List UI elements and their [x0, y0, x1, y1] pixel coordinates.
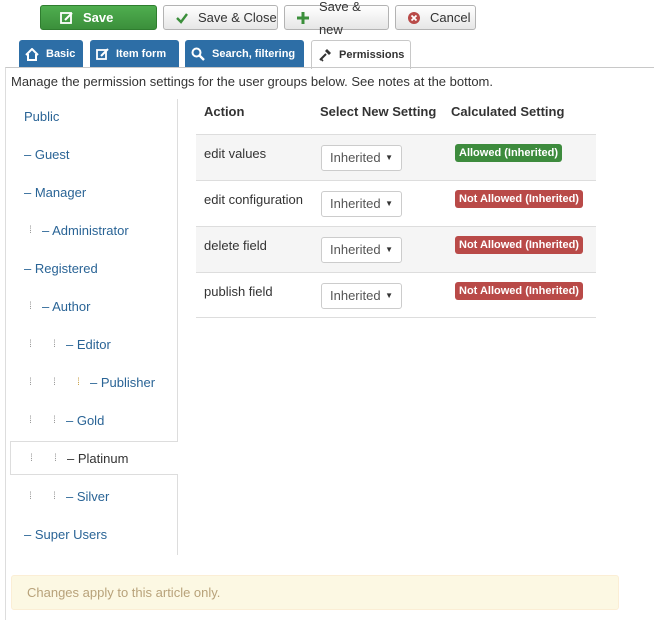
group-item-publisher[interactable]: ⁞ ⁞ ⁞ – Publisher: [10, 365, 178, 399]
group-item-platinum[interactable]: ⁞ ⁞ – Platinum: [10, 441, 178, 475]
group-label: – Registered: [24, 260, 98, 276]
chevron-down-icon: ▼: [385, 153, 393, 162]
calculated-badge: Allowed (Inherited): [455, 144, 562, 162]
setting-value: Inherited: [330, 196, 381, 211]
search-icon: [191, 47, 205, 61]
group-label: – Manager: [24, 184, 87, 200]
chevron-down-icon: ▼: [385, 199, 393, 208]
group-item-administrator[interactable]: ⁞ – Administrator: [10, 213, 178, 247]
setting-select[interactable]: Inherited ▼: [321, 237, 402, 263]
cancel-label: Cancel: [430, 10, 471, 25]
column-header-select: Select New Setting: [320, 104, 437, 119]
tab-label: Search, filtering: [212, 48, 296, 60]
user-group-list: Public – Guest – Manager ⁞ – Administrat…: [10, 99, 178, 555]
save-close-button[interactable]: Save & Close: [163, 5, 278, 30]
plus-icon: [295, 10, 311, 26]
tree-indent: ⁞: [29, 224, 32, 236]
tree-indent: ⁞: [53, 414, 56, 426]
permission-row: edit values Inherited ▼ Allowed (Inherit…: [196, 134, 596, 180]
save-button[interactable]: Save: [40, 5, 157, 30]
tree-indent: ⁞: [29, 338, 32, 350]
permission-row: delete field Inherited ▼ Not Allowed (In…: [196, 226, 596, 272]
tab-label: Permissions: [339, 49, 405, 61]
notice-text: Changes apply to this article only.: [27, 585, 221, 600]
chevron-down-icon: ▼: [385, 245, 393, 254]
edit-icon: [59, 10, 75, 26]
group-label: – Administrator: [42, 222, 129, 238]
save-new-label: Save & new: [318, 0, 361, 37]
tree-indent: ⁞: [54, 452, 57, 464]
toolbar: Save Save & Close Save & new Cancel: [0, 0, 654, 38]
intro-text: Manage the permission settings for the u…: [11, 74, 494, 89]
setting-value: Inherited: [330, 288, 381, 303]
cancel-button[interactable]: Cancel: [395, 5, 476, 30]
tree-indent: ⁞: [53, 490, 56, 502]
tab-search-filtering[interactable]: Search, filtering: [185, 40, 304, 68]
tab-item-form[interactable]: Item form: [90, 40, 179, 68]
group-item-guest[interactable]: – Guest: [10, 137, 178, 171]
tab-label: Item form: [116, 48, 167, 60]
permission-row: publish field Inherited ▼ Not Allowed (I…: [196, 272, 596, 318]
permission-action: publish field: [204, 284, 273, 299]
setting-select[interactable]: Inherited ▼: [321, 145, 402, 171]
group-label: – Author: [42, 298, 91, 314]
permission-action: delete field: [204, 238, 267, 253]
edit-icon: [96, 47, 109, 61]
group-label: – Super Users: [24, 526, 108, 542]
tree-indent: ⁞: [29, 490, 32, 502]
group-item-super-users[interactable]: – Super Users: [10, 517, 178, 551]
group-label: – Publisher: [90, 374, 156, 390]
permission-action: edit values: [204, 146, 267, 161]
chevron-down-icon: ▼: [385, 291, 393, 300]
setting-select[interactable]: Inherited ▼: [321, 283, 402, 309]
tab-permissions[interactable]: Permissions: [311, 40, 411, 69]
tab-bar: Basic Item form Search, filtering Permis…: [0, 38, 654, 69]
calculated-badge: Not Allowed (Inherited): [455, 236, 583, 254]
setting-value: Inherited: [330, 150, 381, 165]
tab-label: Basic: [46, 48, 76, 60]
permission-row: edit configuration Inherited ▼ Not Allow…: [196, 180, 596, 226]
setting-select[interactable]: Inherited ▼: [321, 191, 402, 217]
setting-value: Inherited: [330, 242, 381, 257]
tree-indent: ⁞: [29, 300, 32, 312]
save-label: Save: [83, 10, 114, 25]
check-icon: [174, 10, 190, 26]
column-header-action: Action: [204, 104, 245, 119]
tree-indent: ⁞: [30, 452, 33, 464]
save-new-button[interactable]: Save & new: [284, 0, 389, 37]
tree-indent: ⁞: [53, 376, 56, 388]
tree-indent: ⁞: [77, 376, 80, 388]
group-item-gold[interactable]: ⁞ ⁞ – Gold: [10, 403, 178, 437]
save-close-label: Save & Close: [198, 10, 277, 25]
group-item-silver[interactable]: ⁞ ⁞ – Silver: [10, 479, 178, 513]
group-label: – Platinum: [67, 450, 129, 466]
group-label: – Gold: [66, 412, 105, 428]
group-label: – Editor: [66, 336, 111, 352]
group-label: – Guest: [24, 146, 70, 162]
tab-basic[interactable]: Basic: [19, 40, 83, 68]
group-item-public[interactable]: Public: [10, 99, 178, 133]
column-header-calculated: Calculated Setting: [451, 104, 565, 119]
group-item-manager[interactable]: – Manager: [10, 175, 178, 209]
cancel-icon: [406, 10, 422, 26]
notice-message: Changes apply to this article only.: [11, 575, 619, 610]
tree-indent: ⁞: [53, 338, 56, 350]
group-label: – Silver: [66, 488, 110, 504]
calculated-badge: Not Allowed (Inherited): [455, 190, 583, 208]
home-icon: [25, 47, 39, 61]
group-item-registered[interactable]: – Registered: [10, 251, 178, 285]
key-icon: [318, 48, 332, 62]
tree-indent: ⁞: [29, 376, 32, 388]
permission-action: edit configuration: [204, 192, 304, 207]
calculated-badge: Not Allowed (Inherited): [455, 282, 583, 300]
group-item-editor[interactable]: ⁞ ⁞ – Editor: [10, 327, 178, 361]
group-item-author[interactable]: ⁞ – Author: [10, 289, 178, 323]
group-label: Public: [24, 108, 60, 124]
tree-indent: ⁞: [29, 414, 32, 426]
